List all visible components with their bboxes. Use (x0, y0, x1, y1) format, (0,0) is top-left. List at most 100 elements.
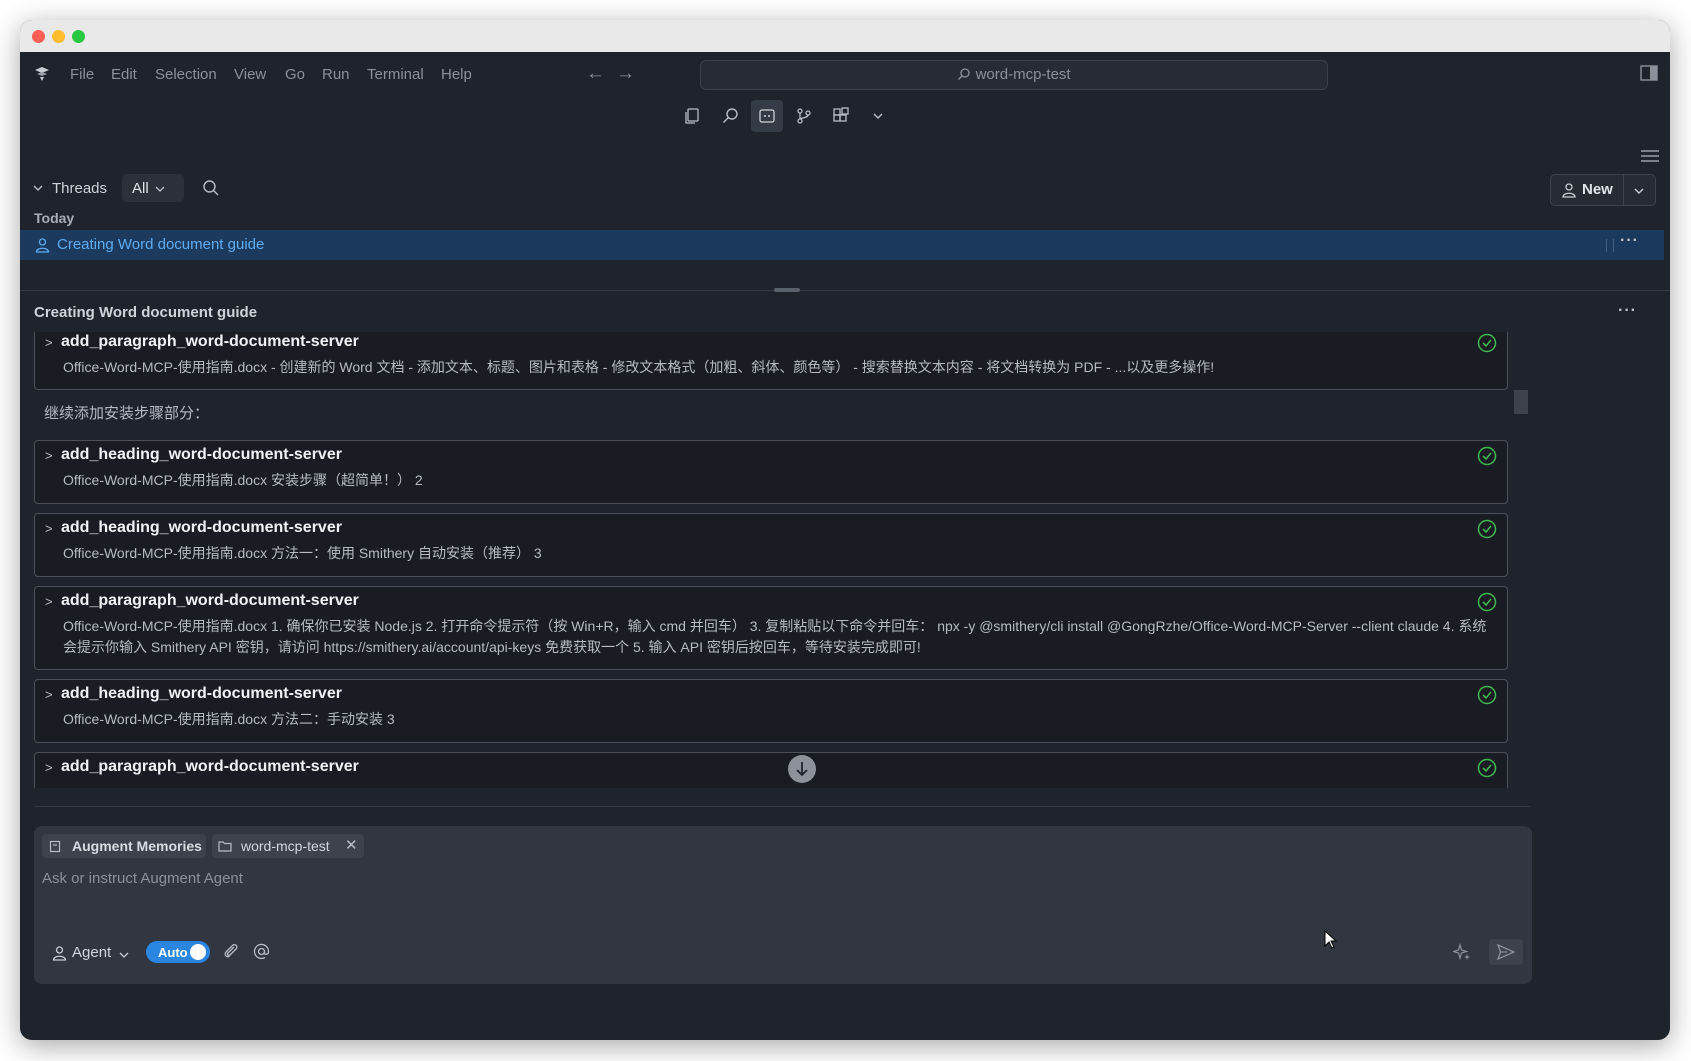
command-center-label: word-mcp-test (975, 66, 1071, 83)
expand-chevron-icon[interactable]: > (45, 594, 53, 609)
conversation-more-options-icon[interactable]: ··· (1618, 302, 1637, 320)
context-chip-folder[interactable]: word-mcp-test ✕ (212, 834, 364, 858)
tool-call-args: Office-Word-MCP-使用指南.docx 安装步骤（超简单！） 2 (63, 472, 423, 488)
chevron-down-icon (873, 113, 883, 119)
collapse-threads-icon[interactable] (32, 182, 44, 194)
menu-go[interactable]: Go (285, 66, 305, 83)
tool-call-name: add_heading_word-document-server (61, 519, 342, 536)
attachment-icon[interactable] (222, 942, 240, 962)
tool-call-name: add_paragraph_word-document-server (61, 333, 359, 350)
scrollbar-thumb[interactable] (1514, 390, 1528, 414)
tool-call-card[interactable]: > add_paragraph_word-document-server Off… (34, 586, 1508, 670)
expand-chevron-icon[interactable]: > (45, 448, 53, 463)
back-arrow-icon[interactable]: ← (586, 63, 605, 85)
remove-chip-icon[interactable]: ✕ (345, 836, 358, 854)
thread-group-label: Today (34, 210, 75, 226)
threads-header: Threads All New (20, 170, 1670, 206)
explorer-tab[interactable] (676, 100, 708, 132)
resize-handle[interactable] (774, 288, 800, 292)
arrow-down-icon (796, 762, 808, 777)
success-check-icon (1477, 592, 1497, 612)
threads-filter-dropdown[interactable]: All (122, 174, 184, 202)
tool-call-card[interactable]: > add_heading_word-document-server Offic… (34, 440, 1508, 504)
menu-view[interactable]: View (234, 66, 266, 83)
close-window-button[interactable] (32, 30, 45, 43)
menu-selection[interactable]: Selection (155, 66, 217, 83)
success-check-icon (1477, 446, 1497, 466)
thread-more-options-icon[interactable]: ··· (1620, 232, 1639, 250)
menu-run[interactable]: Run (322, 66, 350, 83)
expand-chevron-icon[interactable]: > (45, 521, 53, 536)
expand-chevron-icon[interactable]: > (45, 335, 53, 350)
scroll-to-bottom-button[interactable] (788, 755, 816, 783)
user-icon (1562, 183, 1576, 198)
assistant-message-text: 继续添加安装步骤部分： (44, 405, 210, 422)
enhance-prompt-icon[interactable] (1453, 943, 1472, 962)
thread-item[interactable]: Creating Word document guide ··· (20, 230, 1664, 260)
chat-input-placeholder[interactable]: Ask or instruct Augment Agent (42, 870, 243, 887)
search-icon (723, 108, 738, 123)
context-chip-label: word-mcp-test (241, 838, 330, 854)
success-check-icon (1477, 333, 1497, 353)
panel-menu-icon[interactable] (1640, 148, 1660, 164)
activity-toolbar (20, 96, 1670, 136)
chevron-down-icon[interactable] (1633, 185, 1645, 197)
folder-icon (218, 841, 232, 852)
copy-icon (685, 108, 699, 124)
search-threads-icon[interactable] (202, 179, 220, 197)
success-check-icon (1477, 758, 1497, 778)
tool-call-card[interactable]: > add_heading_word-document-server Offic… (34, 513, 1508, 577)
tool-call-args: Office-Word-MCP-使用指南.docx 1. 确保你已安装 Node… (63, 618, 1487, 655)
threads-title: Threads (52, 180, 108, 197)
success-check-icon (1477, 519, 1497, 539)
threads-filter-value: All (132, 180, 149, 197)
context-chip-label: Augment Memories (72, 838, 202, 854)
minimize-window-button[interactable] (52, 30, 65, 43)
tool-call-name: add_paragraph_word-document-server (61, 592, 359, 609)
forward-arrow-icon[interactable]: → (616, 63, 635, 85)
extensions-tab[interactable] (825, 100, 857, 132)
thread-item-label: Creating Word document guide (57, 236, 265, 253)
menu-edit[interactable]: Edit (111, 66, 137, 83)
agent-mode-label: Agent (72, 944, 112, 961)
user-icon (52, 946, 67, 961)
auto-toggle[interactable]: Auto (146, 941, 210, 963)
menu-bar: File Edit Selection View Go Run Terminal… (20, 52, 1670, 96)
augment-icon (759, 109, 775, 123)
context-chip-memories[interactable]: Augment Memories (42, 834, 206, 858)
tool-call-name: add_heading_word-document-server (61, 685, 342, 702)
expand-chevron-icon[interactable]: > (45, 760, 53, 775)
source-control-tab[interactable] (788, 100, 820, 132)
search-icon (958, 68, 971, 80)
more-views-button[interactable] (862, 100, 894, 132)
command-center-search[interactable]: word-mcp-test (700, 60, 1328, 90)
tool-call-card[interactable]: > add_heading_word-document-server Offic… (34, 679, 1508, 743)
toggle-sidebar-icon[interactable] (1640, 64, 1658, 82)
send-button[interactable] (1489, 939, 1523, 965)
tool-call-card[interactable]: > add_paragraph_word-document-server (34, 752, 1508, 788)
augment-tab[interactable] (751, 100, 783, 132)
menu-help[interactable]: Help (441, 66, 472, 83)
panel-divider (20, 290, 1670, 291)
menu-file[interactable]: File (70, 66, 94, 83)
input-divider (34, 806, 1530, 807)
expand-chevron-icon[interactable]: > (45, 687, 53, 702)
tool-call-args: Office-Word-MCP-使用指南.docx 方法一：使用 Smither… (63, 545, 542, 561)
app-logo-icon (35, 67, 49, 81)
menu-terminal[interactable]: Terminal (367, 66, 424, 83)
tool-call-card[interactable]: > add_paragraph_word-document-server Off… (34, 332, 1508, 390)
search-tab[interactable] (714, 100, 746, 132)
title-bar (20, 20, 1670, 52)
user-icon (35, 238, 50, 253)
drag-grip-icon[interactable] (1606, 239, 1614, 252)
chat-input-box[interactable]: Augment Memories word-mcp-test ✕ Ask or … (34, 826, 1532, 984)
chevron-down-icon (155, 186, 165, 192)
conversation-title: Creating Word document guide (34, 304, 258, 321)
maximize-window-button[interactable] (72, 30, 85, 43)
mouse-cursor-icon (1324, 930, 1338, 949)
conversation-scrollbar[interactable] (1514, 332, 1530, 788)
conversation-scroll-area[interactable]: > add_paragraph_word-document-server Off… (34, 332, 1512, 788)
new-thread-button[interactable]: New (1550, 174, 1656, 206)
ide-window: File Edit Selection View Go Run Terminal… (20, 20, 1670, 1040)
mention-icon[interactable] (252, 942, 271, 961)
